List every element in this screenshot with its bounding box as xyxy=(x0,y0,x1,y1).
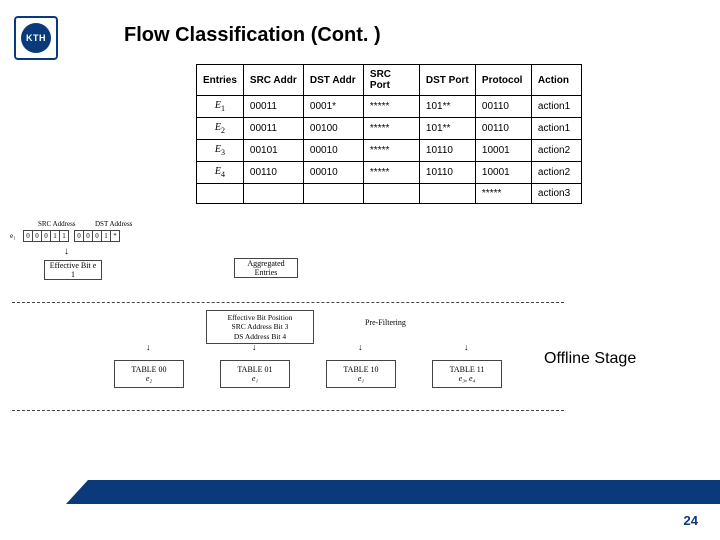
table-row: *****action3 xyxy=(197,184,582,204)
table-cell: 10110 xyxy=(419,162,475,184)
ebp-line: SRC Address Bit 3 xyxy=(207,322,313,331)
table-row: E1000110001******101**00110action1 xyxy=(197,96,582,118)
table-cell: 00011 xyxy=(243,118,303,140)
table-header: Protocol xyxy=(475,65,531,96)
down-arrow-icon: ↓ xyxy=(358,342,363,352)
effective-bit-position-box: Effective Bit PositionSRC Address Bit 3D… xyxy=(206,310,314,344)
table-cell: ***** xyxy=(475,184,531,204)
table-cell: 101** xyxy=(419,96,475,118)
entry-cell xyxy=(197,184,244,204)
bit-row: e₁ 000110001* xyxy=(10,230,120,242)
offline-stage-label: Offline Stage xyxy=(544,350,636,368)
table-cell: 00110 xyxy=(475,118,531,140)
table-cell: 00010 xyxy=(303,162,363,184)
table-cell: action2 xyxy=(531,162,581,184)
table-cell: 0001* xyxy=(303,96,363,118)
table-cell: 00011 xyxy=(243,96,303,118)
table-cell: 10001 xyxy=(475,162,531,184)
table-cell: 00100 xyxy=(303,118,363,140)
dashed-line-1 xyxy=(12,302,564,303)
footer-bar xyxy=(88,480,720,504)
flow-table: EntriesSRC AddrDST AddrSRC PortDST PortP… xyxy=(196,64,582,204)
table-01-hdr: TABLE 01 xyxy=(237,365,272,374)
kth-logo-text: KTH xyxy=(21,23,51,53)
table-cell xyxy=(303,184,363,204)
table-cell: action3 xyxy=(531,184,581,204)
ebp-line: Effective Bit Position xyxy=(207,313,313,322)
table-cell: 10110 xyxy=(419,140,475,162)
table-00-hdr: TABLE 00 xyxy=(131,365,166,374)
table-00-box: TABLE 00e₂ xyxy=(114,360,184,388)
table-cell: ***** xyxy=(363,96,419,118)
table-row: E30010100010*****1011010001action2 xyxy=(197,140,582,162)
entry-cell: E4 xyxy=(197,162,244,184)
table-cell: 00010 xyxy=(303,140,363,162)
entry-cell: E2 xyxy=(197,118,244,140)
table-cell: action1 xyxy=(531,96,581,118)
table-01-sub: e₁ xyxy=(252,374,258,383)
entry-cell: E1 xyxy=(197,96,244,118)
table-header: DST Addr xyxy=(303,65,363,96)
table-11-sub: e₃, e₄ xyxy=(459,374,476,383)
table-01-box: TABLE 01e₁ xyxy=(220,360,290,388)
prefiltering-label: Pre-Filtering xyxy=(365,318,406,327)
table-header: Action xyxy=(531,65,581,96)
table-10-hdr: TABLE 10 xyxy=(343,365,378,374)
table-cell xyxy=(419,184,475,204)
table-cell xyxy=(363,184,419,204)
table-11-box: TABLE 11e₃, e₄ xyxy=(432,360,502,388)
table-cell: action1 xyxy=(531,118,581,140)
table-00-sub: e₂ xyxy=(146,374,152,383)
table-cell xyxy=(243,184,303,204)
table-cell: ***** xyxy=(363,140,419,162)
bit-cell: 1 xyxy=(59,230,69,242)
table-header: Entries xyxy=(197,65,244,96)
down-arrow-icon: ↓ xyxy=(64,246,69,257)
diagram: SRC Address DST Address e₁ 000110001* ↓ … xyxy=(10,220,570,440)
table-row: E20001100100*****101**00110action1 xyxy=(197,118,582,140)
diagram-col-dst: DST Address xyxy=(95,220,132,228)
table-header: DST Port xyxy=(419,65,475,96)
table-header: SRC Addr xyxy=(243,65,303,96)
table-cell: 00101 xyxy=(243,140,303,162)
table-header: SRC Port xyxy=(363,65,419,96)
aggregated-entries-box: Aggregated Entries xyxy=(234,258,298,278)
table-cell: 00110 xyxy=(475,96,531,118)
table-cell: 00110 xyxy=(243,162,303,184)
entry-cell: E3 xyxy=(197,140,244,162)
table-10-sub: e₁ xyxy=(358,374,364,383)
table-cell: 101** xyxy=(419,118,475,140)
table-cell: ***** xyxy=(363,162,419,184)
effective-bit-e1-box: Effective Bit e 1 xyxy=(44,260,102,280)
bit-cell: * xyxy=(110,230,120,242)
ebp-line: DS Address Bit 4 xyxy=(207,332,313,341)
bit-row-label: e₁ xyxy=(10,232,24,240)
table-11-hdr: TABLE 11 xyxy=(450,365,485,374)
down-arrow-icon: ↓ xyxy=(146,342,151,352)
table-cell: ***** xyxy=(363,118,419,140)
page-number: 24 xyxy=(684,513,698,528)
down-arrow-icon: ↓ xyxy=(252,342,257,352)
table-10-box: TABLE 10e₁ xyxy=(326,360,396,388)
dashed-line-2 xyxy=(12,410,564,411)
kth-logo: KTH xyxy=(14,16,58,60)
diagram-col-src: SRC Address xyxy=(38,220,76,228)
table-cell: action2 xyxy=(531,140,581,162)
slide-title: Flow Classification (Cont. ) xyxy=(124,24,381,47)
table-row: E40011000010*****1011010001action2 xyxy=(197,162,582,184)
table-cell: 10001 xyxy=(475,140,531,162)
down-arrow-icon: ↓ xyxy=(464,342,469,352)
